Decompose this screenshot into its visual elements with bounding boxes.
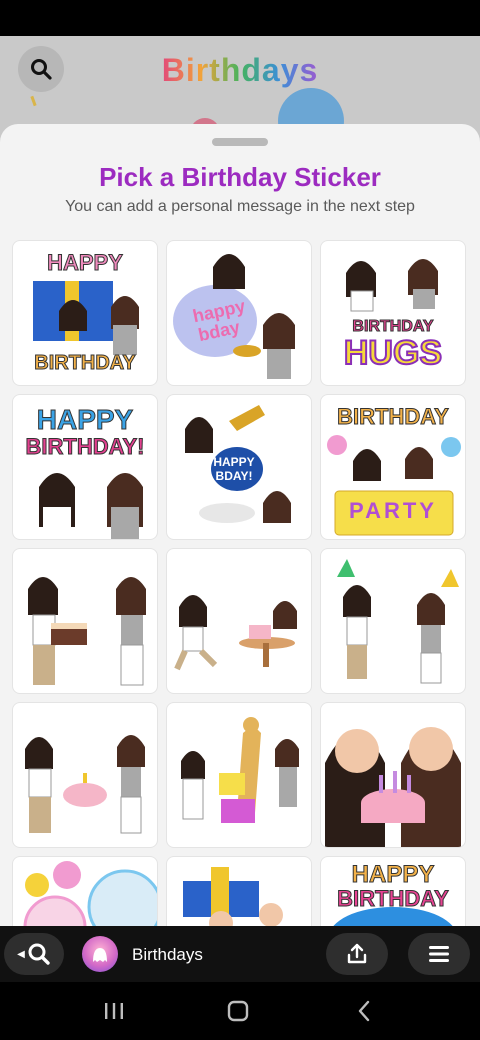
sticker-tile[interactable] [166,702,312,848]
backdrop-title: Birthdays [0,52,480,89]
share-button[interactable] [326,933,388,975]
system-navigation-bar [0,982,480,1040]
sticker-label-top: HAPPY [47,250,124,275]
sticker-tile[interactable] [166,548,312,694]
sticker-tile[interactable] [320,702,466,848]
sticker-label-top: BIRTHDAY [337,404,450,429]
share-icon [347,943,367,964]
back-icon [358,1000,370,1022]
menu-icon [429,946,449,962]
sticker-label-bottom: PARTY [349,498,437,523]
lens-bottom-bar: ◀ Birthdays [0,926,480,982]
sticker-art [23,861,157,926]
home-button[interactable] [218,996,258,1026]
sticker-tile[interactable]: HAPPY BIRTHDAY [12,240,158,386]
ghost-icon [93,948,107,962]
sticker-label-bottom: BDAY! [215,469,253,483]
sticker-label-top: HAPPY [351,861,435,888]
lens-search-button[interactable]: ◀ [4,933,64,975]
sticker-art [183,867,283,926]
search-icon [28,943,50,965]
sticker-tile[interactable] [320,548,466,694]
sticker-tile[interactable] [12,548,158,694]
sticker-tile[interactable]: HAPPY BIRTHDAY [320,856,466,926]
sticker-art [325,727,461,847]
recent-apps-button[interactable] [94,996,134,1026]
sticker-art [25,735,145,834]
sticker-tile[interactable] [12,856,158,926]
sticker-label-bottom: BIRTHDAY [34,352,137,375]
backdrop-title-text: Birthdays [161,52,319,88]
sticker-tile[interactable]: happy bday [166,240,312,386]
confetti-decoration [30,95,37,107]
lens-name: Birthdays [132,945,203,964]
sticker-grid: HAPPY BIRTHDAY happy bday BIRTHDAY HUGS … [12,240,468,926]
sheet-subtitle: You can add a personal message in the ne… [65,198,415,215]
sheet-drag-handle[interactable] [212,138,268,146]
recent-apps-icon [105,1003,123,1019]
sticker-art [28,577,146,686]
status-bar [0,0,480,36]
screen: Birthdays Pick a Birthday Sticker You ca… [0,0,480,1040]
back-button[interactable] [344,996,384,1026]
sticker-art [181,717,299,823]
sticker-label-top: HAPPY [213,455,255,469]
sticker-label-bottom: BIRTHDAY! [25,434,145,459]
chevron-left-icon: ◀ [17,948,25,960]
sticker-tile[interactable]: HAPPY BIRTHDAY! [12,394,158,540]
home-icon [227,1000,249,1022]
sticker-art [337,559,459,684]
sheet-title: Pick a Birthday Sticker [99,162,381,192]
sticker-tile[interactable]: BIRTHDAY PARTY [320,394,466,540]
lens-avatar[interactable] [82,936,118,972]
menu-button[interactable] [408,933,470,975]
sticker-art [174,595,297,671]
sticker-tile[interactable]: HAPPY BDAY! [166,394,312,540]
sticker-picker-sheet: Pick a Birthday Sticker You can add a pe… [0,124,480,926]
sticker-label-bottom: BIRTHDAY [337,886,450,911]
sticker-label-top: HAPPY [36,404,134,435]
sticker-tile[interactable] [166,856,312,926]
sticker-tile[interactable]: BIRTHDAY HUGS [320,240,466,386]
sticker-label-bottom: HUGS [343,334,443,372]
sticker-tile[interactable] [12,702,158,848]
